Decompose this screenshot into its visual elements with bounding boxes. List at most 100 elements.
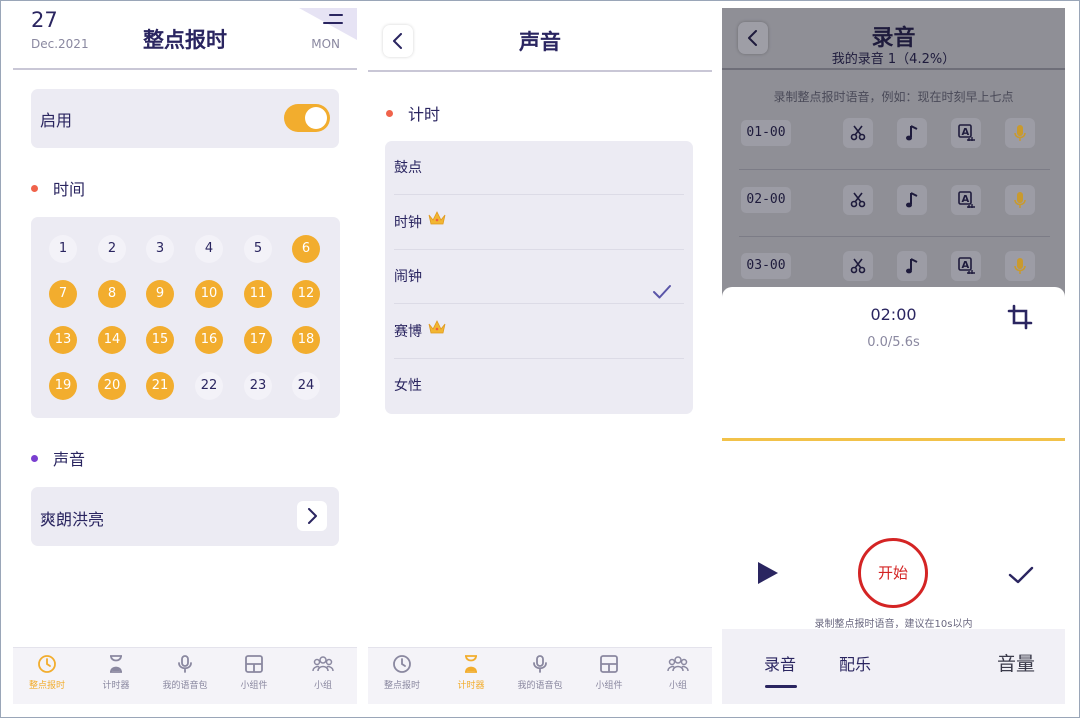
text-to-speech-icon[interactable]: A [951, 185, 981, 215]
hour-7[interactable]: 7 [49, 280, 77, 308]
microphone-icon[interactable] [1005, 118, 1035, 148]
play-icon[interactable] [756, 560, 780, 586]
text-to-speech-icon[interactable]: A [951, 118, 981, 148]
crop-icon[interactable] [1007, 304, 1033, 330]
tab-volume[interactable]: 音量 [997, 649, 1035, 676]
time-section-label: 时间 [53, 180, 86, 199]
scissors-icon[interactable] [843, 118, 873, 148]
hour-10[interactable]: 10 [195, 280, 223, 308]
hourglass-icon [437, 654, 505, 674]
sound-option[interactable]: 鼓点 [394, 141, 684, 195]
microphone-icon[interactable] [1005, 185, 1035, 215]
hour-22[interactable]: 22 [195, 372, 223, 400]
enable-toggle[interactable] [284, 104, 330, 132]
tab-microphone[interactable]: 我的语音包 [506, 654, 574, 691]
tab-clock[interactable]: 整点报时 [368, 654, 436, 691]
menu-icon[interactable] [323, 14, 343, 28]
page-title: 声音 [519, 30, 561, 54]
start-record-button[interactable]: 开始 [858, 538, 928, 608]
hour-4[interactable]: 4 [195, 235, 223, 263]
group-icon [644, 654, 712, 674]
clock-icon [13, 654, 81, 674]
tab-label: 我的语音包 [517, 681, 563, 691]
group-icon [289, 654, 357, 674]
sound-screen: 声音 计时 鼓点时钟闹钟赛博女性 整点报时 计时器 我的语音包 小组件 小组 [368, 8, 712, 704]
recording-row: 02-00 A [739, 171, 1050, 237]
hour-13[interactable]: 13 [49, 326, 77, 354]
tab-widget[interactable]: 小组件 [220, 654, 288, 691]
section-dot [386, 110, 393, 117]
tab-widget[interactable]: 小组件 [575, 654, 643, 691]
music-note-icon[interactable] [897, 251, 927, 281]
sound-option[interactable]: 时钟 [394, 196, 684, 250]
tab-hourglass[interactable]: 计时器 [437, 654, 505, 691]
tab-label: 小组件 [240, 681, 268, 691]
sound-option-label: 赛博 [394, 323, 422, 340]
hour-18[interactable]: 18 [292, 326, 320, 354]
hour-8[interactable]: 8 [98, 280, 126, 308]
tab-label: 小组 [313, 681, 332, 691]
hour-11[interactable]: 11 [244, 280, 272, 308]
tab-music[interactable]: 配乐 [839, 651, 871, 675]
clock-icon [368, 654, 436, 674]
tab-hourglass[interactable]: 计时器 [82, 654, 150, 691]
hour-16[interactable]: 16 [195, 326, 223, 354]
music-note-icon[interactable] [897, 185, 927, 215]
tab-microphone[interactable]: 我的语音包 [151, 654, 219, 691]
sound-option-label: 女性 [394, 378, 422, 394]
sound-option-label: 闹钟 [394, 269, 422, 285]
sound-section-label: 声音 [53, 450, 86, 469]
music-note-icon[interactable] [897, 118, 927, 148]
scissors-icon[interactable] [843, 251, 873, 281]
tab-clock[interactable]: 整点报时 [13, 654, 81, 691]
hour-23[interactable]: 23 [244, 372, 272, 400]
section-dot [31, 455, 38, 462]
hour-14[interactable]: 14 [98, 326, 126, 354]
tab-label: 计时器 [102, 681, 130, 691]
sound-selector[interactable]: 爽朗洪亮 [31, 487, 339, 546]
tab-group[interactable]: 小组 [644, 654, 712, 691]
check-icon[interactable] [1008, 565, 1034, 585]
sound-option[interactable]: 女性 [394, 359, 684, 413]
hour-6[interactable]: 6 [292, 235, 320, 263]
sound-option[interactable]: 闹钟 [394, 250, 684, 304]
text-to-speech-icon[interactable]: A [951, 251, 981, 281]
scissors-icon[interactable] [843, 185, 873, 215]
microphone-icon[interactable] [1005, 251, 1035, 281]
recording-row: 01-00 A [739, 104, 1050, 170]
tab-label: 整点报时 [383, 681, 420, 691]
hour-21[interactable]: 21 [146, 372, 174, 400]
hour-20[interactable]: 20 [98, 372, 126, 400]
hour-1[interactable]: 1 [49, 235, 77, 263]
hour-19[interactable]: 19 [49, 372, 77, 400]
hour-chip: 03-00 [741, 253, 791, 279]
tab-label: 小组 [668, 681, 687, 691]
svg-text:A: A [962, 194, 970, 205]
chevron-right-icon[interactable] [297, 501, 327, 531]
hour-2[interactable]: 2 [98, 235, 126, 263]
hour-chip: 02-00 [741, 187, 791, 213]
hour-5[interactable]: 5 [244, 235, 272, 263]
sound-option-label: 鼓点 [394, 160, 422, 176]
microphone-icon [506, 654, 574, 674]
tab-group[interactable]: 小组 [289, 654, 357, 691]
timer-section-label: 计时 [408, 105, 441, 124]
hour-3[interactable]: 3 [146, 235, 174, 263]
waveform-line [722, 438, 1065, 441]
sound-option[interactable]: 赛博 [394, 305, 684, 359]
hour-17[interactable]: 17 [244, 326, 272, 354]
svg-text:A: A [962, 260, 970, 271]
sound-value: 爽朗洪亮 [40, 510, 105, 529]
recording-sheet: 02:00 0.0/5.6s 开始 录制整点报时语音，建议在10s以内 录音 配… [722, 287, 1065, 704]
hour-12[interactable]: 12 [292, 280, 320, 308]
hour-15[interactable]: 15 [146, 326, 174, 354]
hourglass-icon [82, 654, 150, 674]
hour-9[interactable]: 9 [146, 280, 174, 308]
recording-progress: 0.0/5.6s [867, 335, 920, 350]
recording-tip: 录制整点报时语音，建议在10s以内 [814, 619, 973, 630]
tab-label: 小组件 [595, 681, 623, 691]
tab-record[interactable]: 录音 [764, 651, 796, 675]
active-tab-indicator [765, 685, 797, 688]
sound-section-heading: 声音 [31, 446, 85, 470]
hour-24[interactable]: 24 [292, 372, 320, 400]
